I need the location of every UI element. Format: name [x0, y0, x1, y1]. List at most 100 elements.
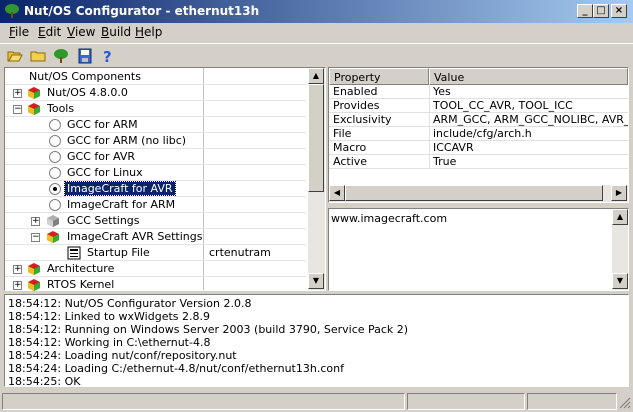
property-name: Exclusivity: [333, 113, 392, 126]
tree-header: Nut/OS Components: [29, 70, 141, 83]
tree-item-label: GCC Settings: [67, 214, 140, 227]
tree-item-label: GCC for AVR: [67, 150, 135, 163]
property-value: Yes: [433, 85, 451, 98]
minimize-button[interactable]: _: [577, 4, 593, 18]
new-folder-icon[interactable]: [29, 47, 47, 65]
tree-item-imagecraft-avr-settings[interactable]: − ImageCraft AVR Settings: [5, 229, 306, 245]
menu-build-mnemonic: B: [101, 25, 110, 39]
component-cube-icon: [28, 263, 40, 275]
menu-view-mnemonic: V: [67, 25, 75, 39]
radio-button[interactable]: [49, 199, 61, 211]
tree-item-imagecraft-arm[interactable]: ImageCraft for ARM: [5, 197, 306, 213]
tree-item-startup-file[interactable]: Startup File crtenutram: [5, 245, 306, 261]
expand-icon[interactable]: +: [31, 217, 40, 226]
log-line: 18:54:12: Nut/OS Configurator Version 2.…: [8, 297, 252, 310]
scroll-thumb[interactable]: [308, 84, 324, 192]
expand-icon[interactable]: +: [13, 89, 22, 98]
log-line: 18:54:12: Working in C:\ethernut-4.8: [8, 336, 211, 349]
property-row[interactable]: Provides TOOL_CC_AVR, TOOL_ICC: [329, 99, 628, 113]
menu-build[interactable]: Build: [101, 25, 131, 39]
property-value: include/cfg/arch.h: [433, 127, 532, 140]
property-row[interactable]: Macro ICCAVR: [329, 141, 628, 155]
radio-button-checked[interactable]: [49, 183, 61, 195]
tree-item-gcc-arm[interactable]: GCC for ARM: [5, 117, 306, 133]
property-value: ARM_GCC, ARM_GCC_NOLIBC, AVR_GC: [433, 113, 628, 126]
property-value: True: [433, 155, 457, 168]
description-scrollbar[interactable]: ▲ ▼: [612, 209, 628, 290]
property-column-header[interactable]: Property: [329, 68, 429, 85]
tree-item-label: GCC for Linux: [67, 166, 143, 179]
window-title: Nut/OS Configurator - ethernut13h: [24, 4, 260, 18]
component-tree[interactable]: Nut/OS Components + Nut/OS 4.8.0.0 − Too…: [4, 67, 326, 291]
scroll-down-icon[interactable]: ▼: [612, 273, 628, 289]
tree-item-tools[interactable]: − Tools: [5, 101, 306, 117]
expand-icon[interactable]: +: [13, 281, 22, 290]
help-icon[interactable]: ?: [98, 47, 116, 65]
tree-item-nutos[interactable]: + Nut/OS 4.8.0.0: [5, 85, 306, 101]
log-line: 18:54:25: OK: [8, 375, 81, 388]
property-value: TOOL_CC_AVR, TOOL_ICC: [433, 99, 573, 112]
menu-bar: File Edit View Build Help: [0, 23, 633, 42]
description-pane[interactable]: www.imagecraft.com ▲ ▼: [328, 208, 629, 291]
scroll-left-icon[interactable]: ◀: [329, 185, 345, 201]
value-column-header[interactable]: Value: [429, 68, 628, 85]
tree-item-gcc-linux[interactable]: GCC for Linux: [5, 165, 306, 181]
file-setting-icon: [67, 246, 81, 260]
status-pane: [407, 393, 525, 410]
scroll-up-icon[interactable]: ▲: [612, 209, 628, 225]
scroll-down-icon[interactable]: ▼: [308, 273, 324, 289]
tree-item-gcc-avr[interactable]: GCC for AVR: [5, 149, 306, 165]
menu-file-label: ile: [15, 25, 30, 39]
status-bar: [0, 391, 633, 412]
property-row[interactable]: Enabled Yes: [329, 85, 628, 99]
log-line: 18:54:24: Loading nut/conf/repository.nu…: [8, 349, 237, 362]
tree-item-label: RTOS Kernel: [47, 278, 115, 291]
collapse-icon[interactable]: −: [31, 233, 40, 242]
save-icon[interactable]: [76, 47, 94, 65]
scroll-right-icon[interactable]: ▶: [611, 185, 627, 201]
menu-help[interactable]: Help: [135, 25, 162, 39]
maximize-button[interactable]: □: [593, 4, 609, 18]
startup-file-value[interactable]: crtenutram: [209, 246, 271, 259]
menu-edit[interactable]: Edit: [38, 25, 61, 39]
tree-item-label: ImageCraft AVR Settings: [67, 230, 203, 243]
scroll-thumb[interactable]: [345, 185, 603, 201]
svg-text:?: ?: [103, 48, 112, 65]
title-bar[interactable]: Nut/OS Configurator - ethernut13h _ □ ×: [0, 0, 633, 23]
properties-grid[interactable]: Property Value Enabled Yes Provides TOOL…: [328, 67, 629, 203]
tree-item-rtos-kernel[interactable]: + RTOS Kernel: [5, 277, 306, 293]
properties-hscrollbar[interactable]: ◀ ▶: [329, 185, 628, 202]
log-output[interactable]: 18:54:12: Nut/OS Configurator Version 2.…: [4, 294, 629, 388]
tree-scrollbar[interactable]: ▲ ▼: [308, 68, 325, 290]
property-row[interactable]: Active True: [329, 155, 628, 169]
property-row[interactable]: File include/cfg/arch.h: [329, 127, 628, 141]
tree-item-architecture[interactable]: + Architecture: [5, 261, 306, 277]
tree-item-label: GCC for ARM (no libc): [67, 134, 187, 147]
expand-icon[interactable]: +: [13, 265, 22, 274]
property-row[interactable]: Exclusivity ARM_GCC, ARM_GCC_NOLIBC, AVR…: [329, 113, 628, 127]
component-cube-icon: [28, 103, 40, 115]
menu-file[interactable]: File: [9, 25, 29, 39]
collapse-icon[interactable]: −: [13, 105, 22, 114]
property-name: Enabled: [333, 85, 378, 98]
menu-help-mnemonic: H: [135, 25, 145, 39]
tree-item-gcc-settings[interactable]: + GCC Settings: [5, 213, 306, 229]
menu-help-label: elp: [144, 25, 163, 39]
radio-button[interactable]: [49, 119, 61, 131]
radio-button[interactable]: [49, 135, 61, 147]
tree-icon[interactable]: [52, 47, 70, 65]
menu-edit-label: dit: [45, 25, 62, 39]
log-line: 18:54:12: Linked to wxWidgets 2.8.9: [8, 310, 210, 323]
tree-item-gcc-arm-nolibc[interactable]: GCC for ARM (no libc): [5, 133, 306, 149]
radio-button[interactable]: [49, 167, 61, 179]
menu-view[interactable]: View: [67, 25, 95, 39]
open-folder-icon[interactable]: [6, 47, 24, 65]
tree-item-imagecraft-avr[interactable]: ImageCraft for AVR: [5, 181, 306, 197]
resize-grip-icon[interactable]: [619, 397, 631, 409]
scroll-up-icon[interactable]: ▲: [308, 68, 324, 84]
radio-button[interactable]: [49, 151, 61, 163]
menu-edit-mnemonic: E: [38, 25, 46, 39]
tree-item-label: Tools: [47, 102, 75, 115]
tree-item-label: ImageCraft for AVR: [64, 181, 176, 196]
close-button[interactable]: ×: [611, 4, 627, 18]
